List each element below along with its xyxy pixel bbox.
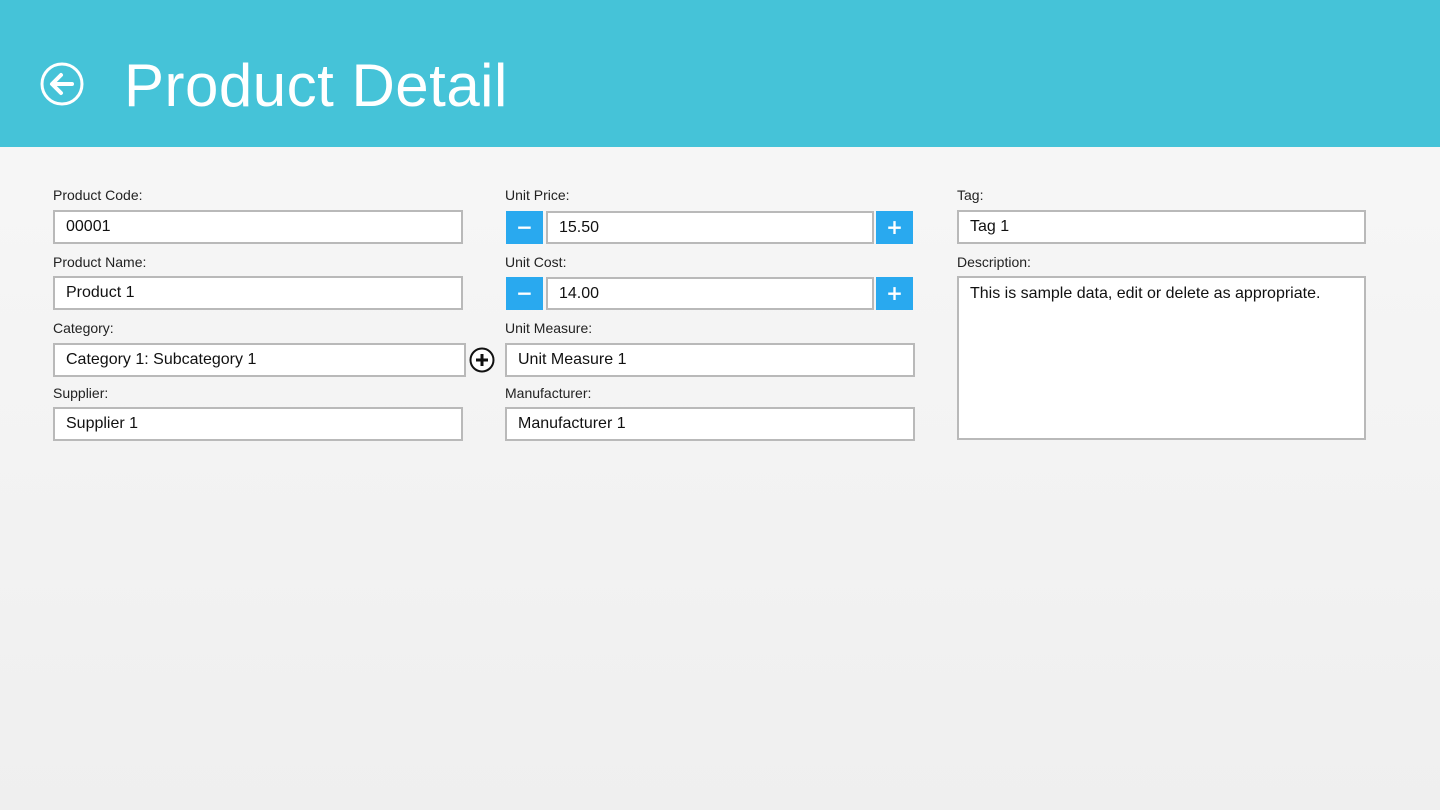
page-title: Product Detail <box>124 52 508 119</box>
product-code-input[interactable] <box>53 210 463 244</box>
supplier-label: Supplier: <box>53 385 109 401</box>
description-label: Description: <box>957 254 1031 270</box>
unit-price-increment-button[interactable]: + <box>876 211 913 244</box>
tag-input[interactable] <box>957 210 1366 244</box>
app-header: Product Detail <box>0 0 1440 147</box>
category-label: Category: <box>53 320 114 336</box>
unit-price-decrement-button[interactable]: − <box>506 211 543 244</box>
description-textarea[interactable]: This is sample data, edit or delete as a… <box>957 276 1366 440</box>
unit-measure-label: Unit Measure: <box>505 320 593 336</box>
tag-label: Tag: <box>957 187 984 203</box>
unit-measure-input[interactable] <box>505 343 915 377</box>
product-name-input[interactable] <box>53 276 463 310</box>
unit-cost-decrement-button[interactable]: − <box>506 277 543 310</box>
unit-price-input[interactable] <box>546 211 874 244</box>
category-input[interactable] <box>53 343 466 377</box>
unit-price-label: Unit Price: <box>505 187 570 203</box>
supplier-input[interactable] <box>53 407 463 441</box>
unit-cost-input[interactable] <box>546 277 874 310</box>
product-name-label: Product Name: <box>53 254 147 270</box>
unit-cost-label: Unit Cost: <box>505 254 567 270</box>
unit-cost-increment-button[interactable]: + <box>876 277 913 310</box>
back-arrow-circle-icon[interactable] <box>39 61 85 107</box>
manufacturer-input[interactable] <box>505 407 915 441</box>
plus-circle-icon[interactable] <box>468 346 496 374</box>
manufacturer-label: Manufacturer: <box>505 385 592 401</box>
product-code-label: Product Code: <box>53 187 143 203</box>
